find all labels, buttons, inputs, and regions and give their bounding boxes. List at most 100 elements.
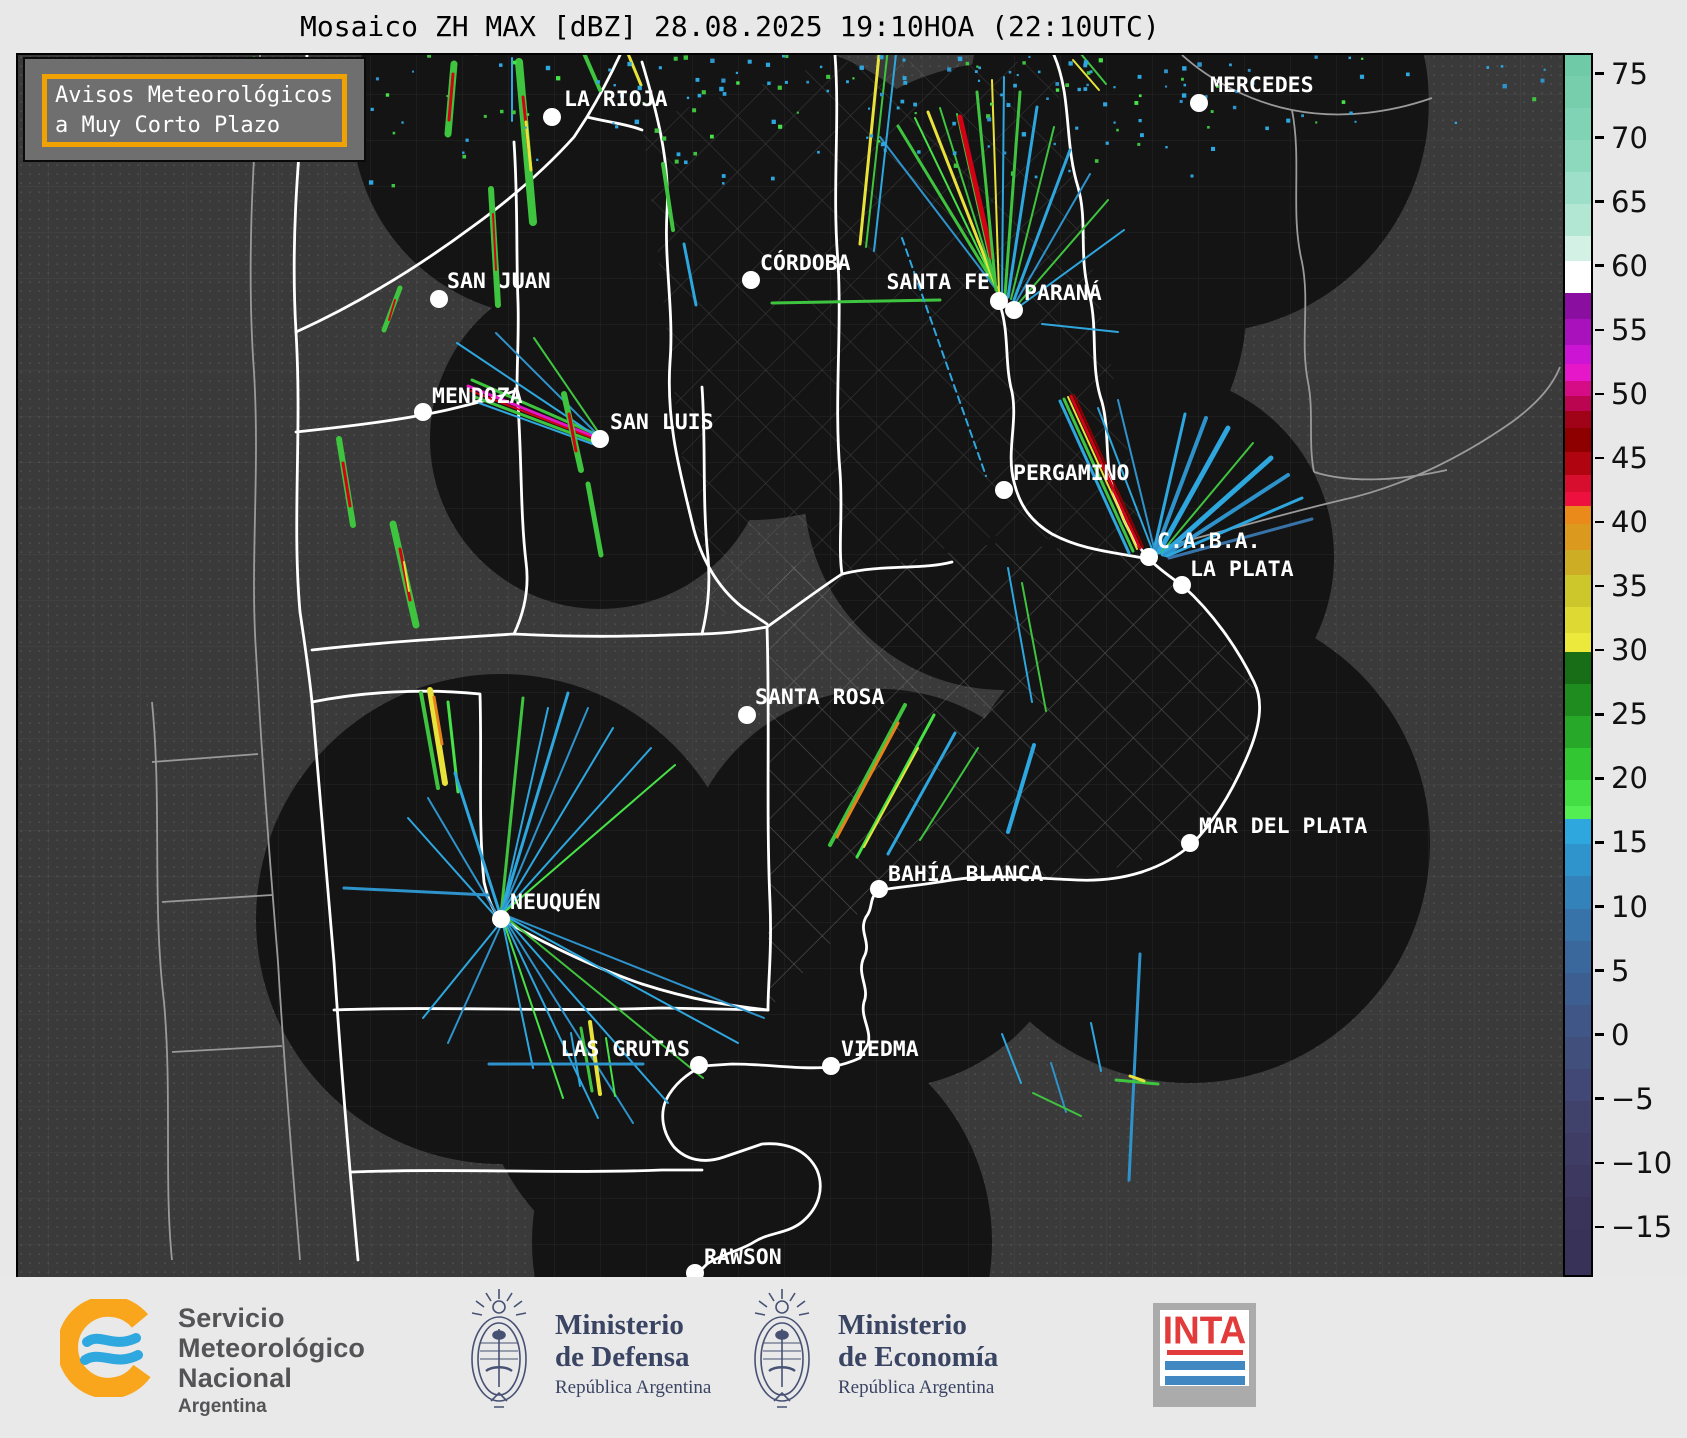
colorbar-segment [1565,261,1591,294]
colorbar-tick: 10 [1595,890,1648,924]
radar-echo-speckle [771,177,775,181]
radar-echo-speckle [1233,106,1236,109]
radar-echo-speckle [722,174,726,178]
radar-echo-speckle [659,66,662,69]
radar-echo-speckle [1180,100,1183,103]
colorbar-segment [1565,345,1591,365]
radar-echo-speckle [1090,70,1093,73]
radar-product-page: Mosaico ZH MAX [dBZ] 28.08.2025 19:10HOA… [0,0,1687,1438]
radar-echo-speckle [1182,66,1186,70]
city-dot [870,880,888,898]
radar-echo-speckle [1003,152,1006,155]
radar-echo-speckle [1103,102,1107,106]
colorbar-segment [1565,844,1591,877]
colorbar-tick: 45 [1595,441,1648,475]
radar-echo-speckle [778,125,782,129]
radar-echo-speckle [1532,97,1536,101]
colorbar-tick: 55 [1595,313,1648,347]
reflectivity-colorbar [1563,53,1593,1277]
city-dot [742,271,760,289]
radar-echo-speckle [698,94,702,98]
radar-echo-speckle [596,80,600,84]
colorbar-segment [1565,108,1591,141]
warning-badge-frame: Avisos Meteorológicos a Muy Corto Plazo [42,74,347,147]
radar-echo-speckle [674,57,678,61]
radar-echo-speckle [1165,86,1167,88]
colorbar-segment [1565,1069,1591,1102]
city-dot [1005,301,1023,319]
radar-echo-speckle [692,108,696,112]
radar-echo-speckle [897,107,900,110]
city-label: NEUQUÉN [510,889,601,915]
radar-echo-speckle [1054,143,1056,145]
smn-line3: Nacional [178,1363,365,1393]
radar-echo-speckle [1182,93,1186,97]
smn-logo-icon [60,1299,158,1397]
economia-line1: Ministerio [838,1309,998,1341]
radar-echo-speckle [1028,56,1030,58]
radar-echo-speckle [1084,87,1088,91]
defensa-line2: de Defensa [555,1341,711,1373]
city-label: SANTA FE [886,270,990,295]
economia-line3: República Argentina [838,1377,998,1399]
radar-echo-speckle [1095,159,1099,163]
radar-echo-speckle [693,152,697,156]
radar-echo-speckle [826,75,830,79]
city-dot [690,1056,708,1074]
radar-echo-speckle [1065,83,1069,87]
city-label: VIEDMA [841,1037,919,1062]
radar-echo-speckle [1349,112,1352,115]
defensa-line1: Ministerio [555,1309,711,1341]
city-label: RAWSON [704,1245,782,1270]
radar-echo-speckle [978,67,981,70]
radar-echo-speckle [975,70,978,73]
smn-line4: Argentina [178,1396,365,1418]
radar-echo-speckle [901,100,905,104]
radar-echo-speckle [675,160,679,164]
radar-echo-speckle [462,152,464,154]
colorbar-segment [1565,172,1591,205]
colorbar-segment [1565,1197,1591,1230]
inta-logo: INTA [1153,1303,1256,1407]
radar-echo-speckle [1038,71,1041,74]
city-dot [414,403,432,421]
radar-echo-speckle [766,63,770,67]
warning-badge[interactable]: Avisos Meteorológicos a Muy Corto Plazo [23,57,366,162]
radar-echo-speckle [1211,147,1215,151]
radar-echo-speckle [525,127,527,129]
colorbar-segment [1565,452,1591,476]
radar-echo-speckle [1068,170,1070,172]
colorbar-segment [1565,204,1591,237]
radar-echo-speckle [1116,129,1119,132]
colorbar-tick: 50 [1595,377,1648,411]
radar-echo-speckle [702,90,706,94]
economia-wordmark: Ministerio de Economía República Argenti… [838,1309,998,1399]
radar-echo-speckle [987,117,991,121]
radar-echo-speckle [1211,110,1214,113]
radar-echo-speckle [376,77,379,80]
city-dot [591,430,609,448]
radar-echo-speckle [393,132,396,135]
city-label: MENDOZA [432,384,523,409]
inta-blue-bar-1 [1165,1361,1245,1370]
radar-echo-speckle [915,112,917,114]
radar-echo-speckle [1361,58,1363,60]
colorbar-segment [1565,876,1591,909]
radar-echo-speckle [1017,74,1019,76]
city-dot [1173,576,1191,594]
radar-echo-speckle [1113,86,1115,88]
radar-echo-speckle [1486,66,1489,69]
radar-echo-speckle [1075,127,1078,130]
radar-echo-speckle [988,145,990,147]
radar-echo-speckle [371,108,374,111]
city-dot [492,910,510,928]
city-dot [995,481,1013,499]
radar-echo-speckle [954,164,958,168]
radar-echo-speckle [903,81,907,85]
colorbar-tick: 20 [1595,761,1648,795]
economia-line2: de Economía [838,1341,998,1373]
radar-echo-speckle [608,69,611,72]
colorbar-segment [1565,524,1591,550]
radar-echo-speckle [1138,75,1142,79]
radar-echo-speckle [1022,61,1025,64]
